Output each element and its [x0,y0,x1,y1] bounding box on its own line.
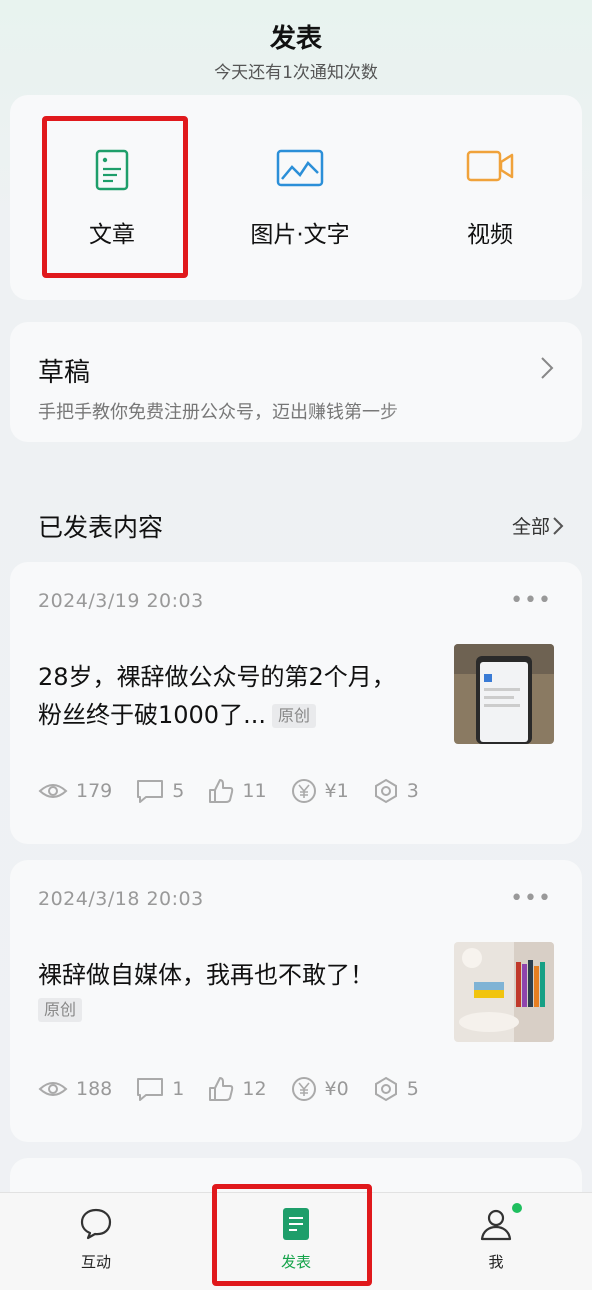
video-icon [466,149,514,187]
draft-preview: 手把手教你免费注册公众号，迈出赚钱第一步 [38,402,398,423]
publish-article-button[interactable]: 文章 [32,135,192,255]
post-card[interactable]: 2024/3/19 20:03 ••• 28岁，裸辞做公众号的第2个月，粉丝终于… [10,562,582,844]
views-count: 179 [76,780,113,802]
tips-amount: ¥1 [324,780,349,802]
post-title-text: 28岁，裸辞做公众号的第2个月，粉丝终于破1000了... [38,663,396,729]
post-stats: 179 5 11 ¥1 3 [38,776,443,806]
tab-interact-label: 互动 [80,1253,111,1271]
shares-stat: 5 [373,1076,419,1102]
post-card[interactable]: 2024/3/18 20:03 ••• 裸辞做自媒体，我再也不敢了！ 原创 18… [10,860,582,1142]
published-section-title: 已发表内容 [38,513,164,542]
likes-stat: 12 [208,1076,267,1102]
more-icon[interactable]: ••• [510,886,552,911]
tab-publish[interactable]: 发表 [216,1193,376,1290]
publish-options-card: 文章 图片·文字 视频 [10,95,582,300]
tab-me-label: 我 [488,1253,504,1271]
draft-card[interactable]: 草稿 手把手教你免费注册公众号，迈出赚钱第一步 [10,322,582,442]
post-stats: 188 1 12 ¥0 5 [38,1074,443,1104]
view-all-link[interactable]: 全部 [512,512,550,539]
yuan-coin-icon [291,1077,316,1101]
tips-stat: ¥1 [291,778,349,804]
views-stat: 179 [38,780,112,802]
comments-count: 5 [172,780,185,802]
share-network-icon [374,1076,397,1102]
publish-article-label: 文章 [89,222,135,248]
comments-count: 1 [172,1078,185,1100]
eye-icon [38,784,68,798]
chat-bubble-icon [79,1207,113,1245]
page-title: 发表 [269,24,322,54]
thumbs-up-icon [209,1077,234,1101]
tab-interact[interactable]: 互动 [16,1193,176,1290]
post-title: 裸辞做自媒体，我再也不敢了！ [38,961,374,989]
post-title: 28岁，裸辞做公众号的第2个月，粉丝终于破1000了... 原创 [38,658,418,734]
tips-stat: ¥0 [291,1076,349,1102]
publish-video-label: 视频 [467,222,513,248]
shares-count: 5 [406,1078,419,1100]
comments-stat: 5 [136,779,184,803]
original-tag: 原创 [38,998,83,1022]
post-thumbnail [454,644,554,744]
page-header: 发表 今天还有1次通知次数 [0,0,592,90]
yuan-coin-icon [291,779,316,803]
notification-count-text: 今天还有1次通知次数 [214,63,378,83]
post-date: 2024/3/18 20:03 [38,888,204,910]
tips-amount: ¥0 [324,1078,349,1100]
publish-image-text-label: 图片·文字 [250,222,350,248]
post-date: 2024/3/19 20:03 [38,590,204,612]
tab-me[interactable]: 我 [416,1193,576,1290]
chevron-right-icon [552,516,564,540]
more-icon[interactable]: ••• [510,588,552,613]
views-count: 188 [76,1078,113,1100]
chevron-right-icon [540,356,554,384]
comment-icon [137,780,164,803]
image-text-icon [276,149,324,191]
publish-video-button[interactable]: 视频 [410,135,570,255]
shares-stat: 3 [373,778,419,804]
document-icon [281,1207,311,1245]
article-icon [95,149,129,195]
user-icon [479,1207,513,1245]
original-tag: 原创 [271,704,316,728]
shares-count: 3 [406,780,419,802]
likes-count: 12 [242,1078,267,1100]
comments-stat: 1 [136,1077,184,1101]
likes-stat: 11 [208,778,267,804]
likes-count: 11 [242,780,267,802]
tab-publish-label: 发表 [280,1253,311,1271]
eye-icon [38,1082,68,1096]
bottom-tab-bar: 互动 发表 我 [0,1192,592,1290]
comment-icon [137,1078,164,1101]
publish-image-text-button[interactable]: 图片·文字 [220,135,380,255]
draft-title: 草稿 [38,358,91,388]
post-thumbnail [454,942,554,1042]
share-network-icon [374,778,397,804]
notification-dot [512,1203,522,1213]
thumbs-up-icon [209,779,234,803]
views-stat: 188 [38,1078,112,1100]
